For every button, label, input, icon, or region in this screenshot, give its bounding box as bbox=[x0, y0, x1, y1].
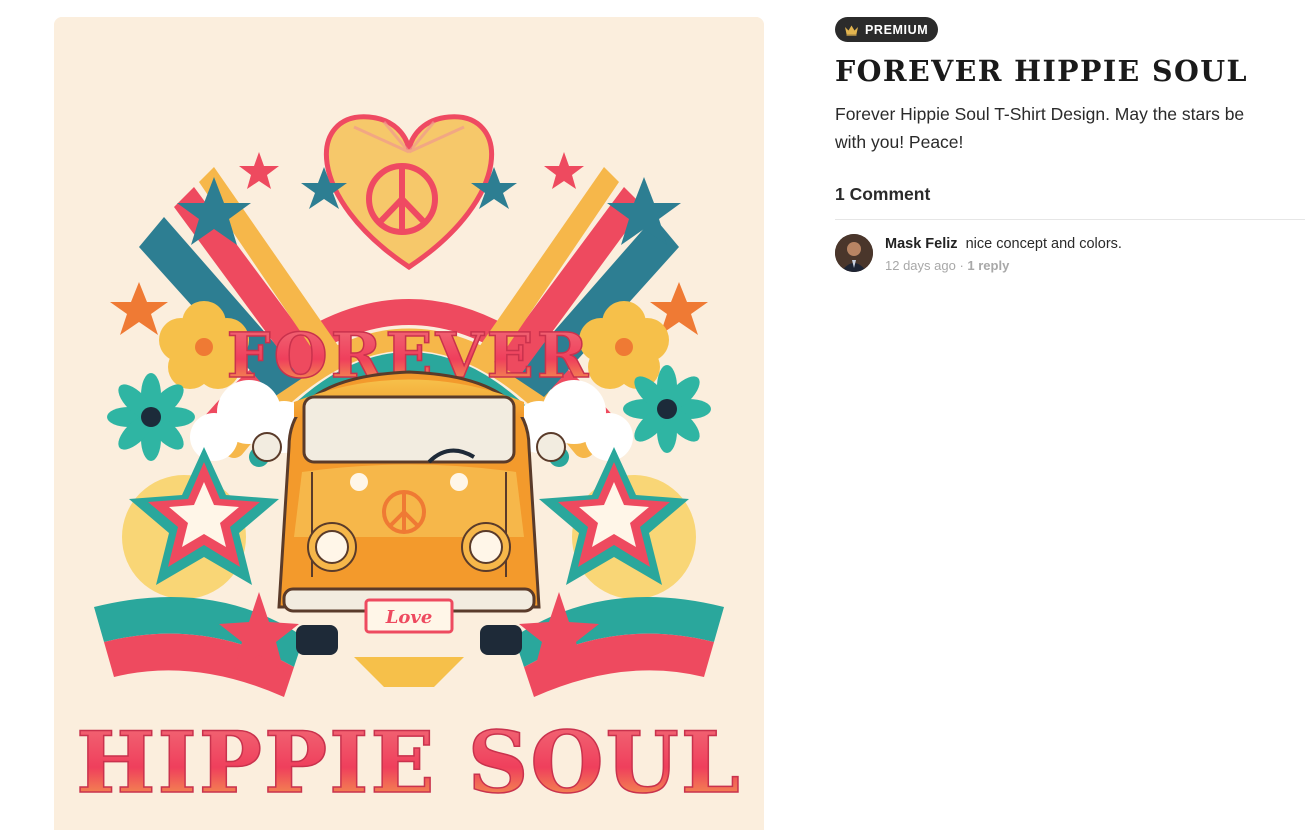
premium-badge-label: PREMIUM bbox=[865, 22, 929, 37]
post-details: PREMIUM FOREVER HIPPIE SOUL Forever Hipp… bbox=[835, 17, 1305, 273]
avatar[interactable] bbox=[835, 234, 873, 272]
comment-body: Mask Feliz nice concept and colors. 12 d… bbox=[885, 234, 1122, 273]
page-title: FOREVER HIPPIE SOUL bbox=[835, 54, 1248, 88]
comment-line: Mask Feliz nice concept and colors. bbox=[885, 236, 1122, 252]
crown-icon bbox=[844, 24, 859, 36]
comment-author[interactable]: Mask Feliz bbox=[885, 236, 958, 252]
plate-text: Love bbox=[385, 607, 433, 628]
premium-badge: PREMIUM bbox=[835, 17, 939, 42]
comment-time: 12 days ago bbox=[885, 258, 956, 273]
artwork-bottom-word: HIPPIE SOUL bbox=[76, 713, 742, 812]
design-image[interactable]: FOREVER Love HIPPIE SOUL bbox=[54, 17, 764, 830]
reply-link[interactable]: 1 reply bbox=[967, 258, 1009, 273]
post-description: Forever Hippie Soul T-Shirt Design. May … bbox=[835, 104, 1245, 152]
hippie-artwork: FOREVER Love HIPPIE SOUL bbox=[54, 17, 764, 830]
post-page: FOREVER Love HIPPIE SOUL PREMIUM FOREVER… bbox=[0, 0, 1305, 830]
comments-heading: 1 Comment bbox=[835, 184, 931, 204]
meta-separator: · bbox=[955, 258, 968, 273]
comment-text: nice concept and colors. bbox=[965, 236, 1122, 252]
comment-meta: 12 days ago · 1 reply bbox=[885, 258, 1122, 273]
comment-item: Mask Feliz nice concept and colors. 12 d… bbox=[835, 234, 1305, 273]
comments-divider bbox=[835, 219, 1305, 220]
